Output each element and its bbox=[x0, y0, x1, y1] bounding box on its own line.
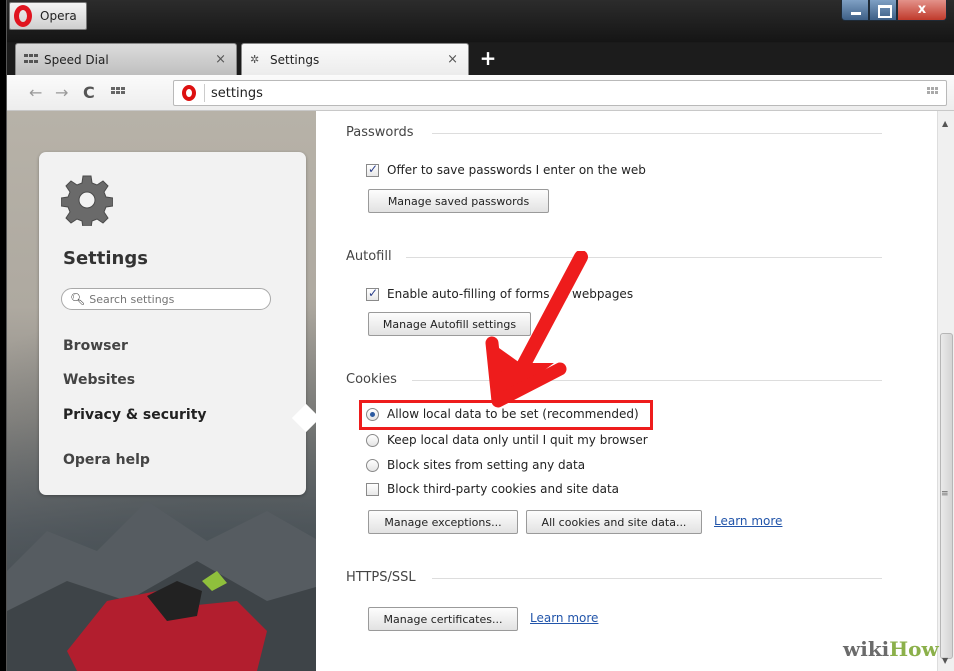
close-tab-icon[interactable]: × bbox=[447, 52, 458, 67]
manage-certificates-button[interactable]: Manage certificates... bbox=[368, 607, 518, 631]
manage-exceptions-button[interactable]: Manage exceptions... bbox=[368, 510, 518, 534]
back-button[interactable]: ← bbox=[29, 83, 42, 102]
address-menu-icon[interactable] bbox=[927, 87, 938, 94]
title-bar: Opera x bbox=[7, 0, 954, 42]
option-label: Block sites from setting any data bbox=[387, 458, 586, 472]
red-arrow-icon bbox=[485, 251, 588, 408]
sidebar-item-opera-help[interactable]: Opera help bbox=[63, 452, 150, 468]
speed-dial-icon bbox=[24, 53, 38, 66]
divider bbox=[432, 133, 882, 134]
browser-window: Opera x Speed Dial × ✲ Settings × + ← → … bbox=[6, 0, 954, 671]
sidebar-item-browser[interactable]: Browser bbox=[63, 338, 128, 354]
sidebar-item-privacy-security[interactable]: Privacy & security bbox=[63, 407, 207, 423]
section-https-ssl: HTTPS/SSL bbox=[346, 570, 882, 585]
all-cookies-button[interactable]: All cookies and site data... bbox=[526, 510, 702, 534]
settings-sidebar: Settings 🔍︎ Browser Websites Privacy & s… bbox=[39, 152, 306, 495]
watermark-wiki: wiki bbox=[843, 637, 890, 661]
section-passwords: Passwords bbox=[346, 125, 882, 140]
new-tab-button[interactable]: + bbox=[477, 47, 499, 69]
block-third-party-checkbox[interactable] bbox=[366, 482, 379, 496]
section-autofill: Autofill bbox=[346, 249, 882, 264]
search-input[interactable] bbox=[89, 292, 260, 306]
wikihow-watermark: wikiHow bbox=[843, 637, 939, 661]
scroll-grip-icon: ≡ bbox=[941, 489, 949, 499]
minimize-button[interactable] bbox=[841, 0, 869, 21]
option-label: Block third-party cookies and site data bbox=[387, 482, 620, 496]
tab-speed-dial[interactable]: Speed Dial × bbox=[15, 43, 237, 75]
close-tab-icon[interactable]: × bbox=[215, 52, 226, 67]
sidebar-item-websites[interactable]: Websites bbox=[63, 372, 135, 388]
tab-strip: Speed Dial × ✲ Settings × + bbox=[7, 43, 954, 75]
sidebar-title: Settings bbox=[63, 248, 148, 269]
cookie-option-keep-until-quit[interactable]: Keep local data only until I quit my bro… bbox=[366, 433, 648, 447]
block-sites-radio[interactable] bbox=[366, 458, 379, 472]
keep-until-quit-radio[interactable] bbox=[366, 433, 379, 447]
gear-icon bbox=[61, 175, 113, 226]
offer-save-passwords-checkbox[interactable] bbox=[366, 162, 379, 177]
opera-logo-icon bbox=[14, 5, 32, 27]
tab-label: Settings bbox=[270, 52, 320, 67]
gear-icon: ✲ bbox=[250, 52, 260, 66]
cookies-learn-more-link[interactable]: Learn more bbox=[714, 514, 782, 528]
scroll-down-icon[interactable]: ▼ bbox=[942, 656, 948, 665]
vertical-scrollbar[interactable]: ▲ ≡ ▼ bbox=[937, 111, 954, 671]
section-title: Passwords bbox=[346, 125, 414, 140]
offer-save-passwords-option[interactable]: Offer to save passwords I enter on the w… bbox=[366, 162, 646, 177]
search-box[interactable]: 🔍︎ bbox=[61, 288, 271, 310]
section-title: Autofill bbox=[346, 249, 392, 264]
page-viewport: Settings 🔍︎ Browser Websites Privacy & s… bbox=[7, 111, 954, 671]
divider bbox=[204, 84, 205, 102]
settings-panel: Passwords Offer to save passwords I ente… bbox=[316, 111, 937, 671]
scroll-up-icon[interactable]: ▲ bbox=[942, 119, 948, 128]
maximize-button[interactable] bbox=[869, 0, 897, 21]
watermark-how: How bbox=[889, 637, 939, 661]
cookie-option-block-sites[interactable]: Block sites from setting any data bbox=[366, 458, 585, 472]
address-input[interactable] bbox=[211, 85, 891, 101]
opera-menu-button[interactable]: Opera bbox=[9, 2, 87, 30]
tab-label: Speed Dial bbox=[44, 52, 109, 67]
https-learn-more-link[interactable]: Learn more bbox=[530, 611, 598, 625]
forward-button[interactable]: → bbox=[55, 83, 68, 102]
enable-autofill-checkbox[interactable] bbox=[366, 286, 379, 301]
opera-menu-label: Opera bbox=[40, 9, 77, 23]
window-controls: x bbox=[841, 0, 947, 22]
option-label: Offer to save passwords I enter on the w… bbox=[387, 163, 646, 177]
address-bar[interactable] bbox=[173, 80, 947, 106]
block-third-party-option[interactable]: Block third-party cookies and site data bbox=[366, 482, 619, 496]
manage-saved-passwords-button[interactable]: Manage saved passwords bbox=[368, 189, 549, 213]
tab-settings[interactable]: ✲ Settings × bbox=[241, 43, 469, 75]
close-window-button[interactable]: x bbox=[897, 0, 947, 21]
option-label: Keep local data only until I quit my bro… bbox=[387, 433, 648, 447]
speed-dial-button[interactable] bbox=[111, 87, 125, 94]
opera-page-icon bbox=[182, 85, 196, 101]
section-title: Cookies bbox=[346, 372, 397, 387]
reload-button[interactable]: C bbox=[83, 83, 95, 102]
toolbar: ← → C bbox=[7, 75, 954, 111]
section-cookies: Cookies bbox=[346, 372, 882, 387]
divider bbox=[432, 578, 882, 579]
search-icon: 🔍︎ bbox=[70, 292, 86, 306]
section-title: HTTPS/SSL bbox=[346, 570, 416, 585]
